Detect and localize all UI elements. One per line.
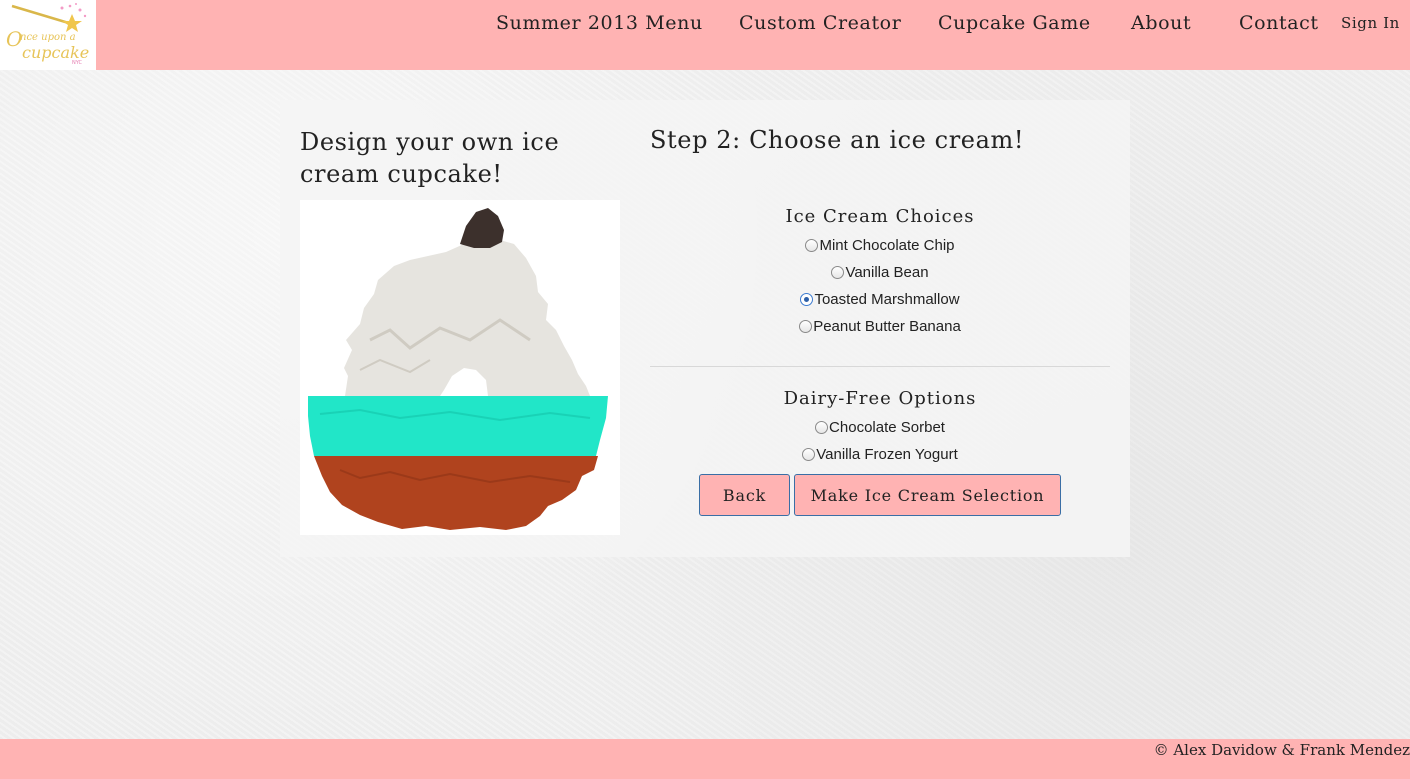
nav-cupcake-game[interactable]: Cupcake Game [938,12,1091,34]
option-label: Vanilla Frozen Yogurt [816,446,958,463]
radio-button-selected[interactable] [800,293,814,306]
radio-button[interactable] [815,421,829,434]
nav-summer-menu[interactable]: Summer 2013 Menu [496,12,703,34]
nav-about[interactable]: About [1131,12,1191,34]
nav-contact[interactable]: Contact [1239,12,1319,34]
copyright-text: © Alex Davidow & Frank Mendez [1153,741,1410,759]
step-title: Step 2: Choose an ice cream! [650,126,1025,154]
option-label: Peanut Butter Banana [813,318,961,335]
option-toasted-marshmallow[interactable]: Toasted Marshmallow [650,291,1110,311]
section-divider [650,366,1110,367]
option-mint-chocolate-chip[interactable]: Mint Chocolate Chip [650,237,1110,257]
cupcake-preview-image [308,208,608,530]
option-label: Vanilla Bean [845,264,929,281]
logo-graphic: O nce upon a cupcake NYC [6,3,89,66]
site-logo[interactable]: O nce upon a cupcake NYC [0,0,96,70]
cupcake-preview [300,200,620,535]
option-vanilla-frozen-yogurt[interactable]: Vanilla Frozen Yogurt [650,446,1110,466]
svg-text:NYC: NYC [72,60,83,66]
radio-button[interactable] [802,448,816,461]
top-navigation-bar [0,0,1410,70]
dairy-free-heading: Dairy-Free Options [783,388,977,409]
designer-title: Design your own ice cream cupcake! [300,128,560,188]
option-vanilla-bean[interactable]: Vanilla Bean [650,264,1110,284]
radio-button[interactable] [799,320,813,333]
option-label: Toasted Marshmallow [814,291,960,308]
radio-button[interactable] [831,266,845,279]
svg-text:nce upon a: nce upon a [20,32,76,43]
ice-cream-choices-heading: Ice Cream Choices [785,206,975,227]
option-label: Chocolate Sorbet [829,419,945,436]
option-label: Mint Chocolate Chip [819,237,955,254]
nav-custom-creator[interactable]: Custom Creator [739,12,901,34]
radio-button[interactable] [805,239,819,252]
back-button[interactable]: Back [699,474,790,516]
option-peanut-butter-banana[interactable]: Peanut Butter Banana [650,318,1110,338]
sign-in-link[interactable]: Sign In [1341,14,1400,32]
make-selection-button[interactable]: Make Ice Cream Selection [794,474,1061,516]
option-chocolate-sorbet[interactable]: Chocolate Sorbet [650,419,1110,439]
